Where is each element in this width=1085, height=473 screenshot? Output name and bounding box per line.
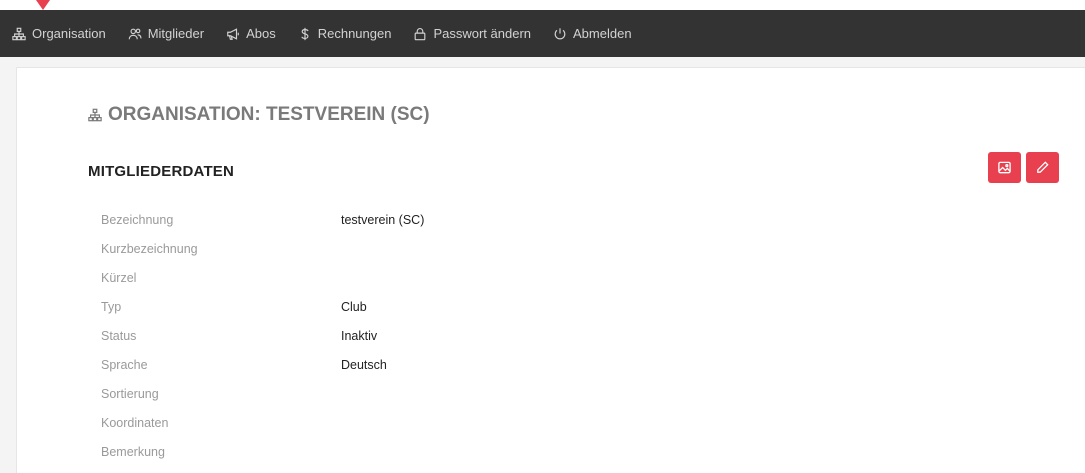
field-label: Status <box>101 328 137 343</box>
top-strip <box>0 0 1085 10</box>
nav-item-label: Mitglieder <box>147 26 205 41</box>
member-data-list: Bezeichnung testverein (SC) Kurzbezeichn… <box>101 205 424 466</box>
nav-item-passwort[interactable]: Passwort ändern <box>402 10 542 57</box>
field-label: Kürzel <box>101 270 137 285</box>
image-button[interactable] <box>988 152 1021 183</box>
sitemap-icon <box>12 27 26 41</box>
nav-item-abmelden[interactable]: Abmelden <box>542 10 643 57</box>
nav-item-label: Rechnungen <box>317 26 392 41</box>
lock-icon <box>413 27 427 41</box>
field-label: Kurzbezeichnung <box>101 241 198 256</box>
main-navbar: Organisation Mitglieder Abos Rechnungen … <box>0 10 1085 57</box>
field-row-status: Status Inaktiv <box>101 321 424 350</box>
nav-item-label: Abos <box>246 26 276 41</box>
field-row-koordinaten: Koordinaten <box>101 408 424 437</box>
field-row-kurzbezeichnung: Kurzbezeichnung <box>101 234 424 263</box>
pencil-icon <box>1037 161 1049 173</box>
image-icon <box>998 161 1011 174</box>
power-icon <box>553 27 567 41</box>
nav-item-label: Abmelden <box>573 26 632 41</box>
field-row-kuerzel: Kürzel <box>101 263 424 292</box>
megaphone-icon <box>226 27 240 41</box>
field-row-typ: Typ Club <box>101 292 424 321</box>
page-title: ORGANISATION: TESTVEREIN (SC) <box>88 104 430 126</box>
nav-item-mitglieder[interactable]: Mitglieder <box>117 10 215 57</box>
field-label: Typ <box>101 299 122 314</box>
field-value: Deutsch <box>341 357 387 372</box>
nav-item-rechnungen[interactable]: Rechnungen <box>287 10 403 57</box>
field-row-sortierung: Sortierung <box>101 379 424 408</box>
action-buttons <box>988 152 1059 183</box>
nav-item-abos[interactable]: Abos <box>215 10 287 57</box>
field-label: Sortierung <box>101 386 159 401</box>
nav-item-label: Organisation <box>32 26 106 41</box>
field-label: Bezeichnung <box>101 212 174 227</box>
field-row-bemerkung: Bemerkung <box>101 437 424 466</box>
section-title: MITGLIEDERDATEN <box>88 163 235 180</box>
users-icon <box>128 27 142 41</box>
field-row-bezeichnung: Bezeichnung testverein (SC) <box>101 205 424 234</box>
field-value: Inaktiv <box>341 328 378 343</box>
field-label: Bemerkung <box>101 444 165 459</box>
nav-item-label: Passwort ändern <box>433 26 532 41</box>
active-indicator <box>36 0 50 10</box>
field-label: Sprache <box>101 357 148 372</box>
edit-button[interactable] <box>1026 152 1059 183</box>
field-value: testverein (SC) <box>341 212 425 227</box>
content-card: ORGANISATION: TESTVEREIN (SC) MITGLIEDER… <box>16 67 1085 473</box>
nav-item-organisation[interactable]: Organisation <box>0 10 117 57</box>
dollar-icon <box>298 27 312 41</box>
page-title-text: ORGANISATION: TESTVEREIN (SC) <box>108 104 430 125</box>
sitemap-icon <box>88 108 102 122</box>
field-value: Club <box>341 299 367 314</box>
field-label: Koordinaten <box>101 415 169 430</box>
field-row-sprache: Sprache Deutsch <box>101 350 424 379</box>
